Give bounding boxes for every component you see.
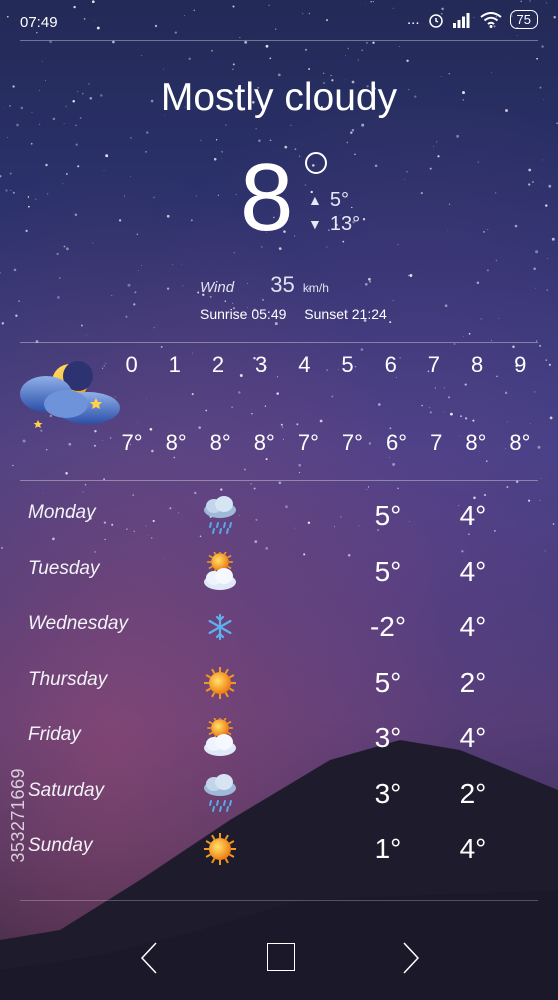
home-button[interactable]: [267, 943, 295, 971]
sun-cloud-icon: [204, 718, 236, 756]
hour-label: 5: [341, 352, 354, 377]
day-name: Friday: [28, 724, 81, 745]
alarm-icon: [428, 13, 443, 28]
list-item: Friday 3° 4°: [28, 718, 538, 774]
hour-label: 8: [470, 352, 484, 377]
list-item: Monday 5° 4°: [28, 496, 538, 552]
divider: [20, 342, 538, 343]
hour-temp: 7: [430, 430, 443, 455]
day-name: Monday: [28, 502, 96, 523]
day-temp-2: 2°: [459, 777, 487, 809]
daily-forecast: Monday 5° 4° Tuesday 5° 4° Wednesday -2° 4° Th…: [28, 496, 538, 885]
wind-value: 35: [270, 272, 295, 297]
day-temp-2: 2°: [459, 666, 487, 698]
list-item: Wednesday -2° 4°: [28, 607, 538, 663]
day-temp-1: 5°: [374, 555, 402, 587]
hour-temp: 8°: [509, 430, 531, 455]
current-temperature: 8: [240, 144, 294, 251]
condition-text: Mostly cloudy: [160, 76, 398, 119]
day-temp-2: 4°: [459, 611, 487, 642]
max-temp: 13°: [329, 213, 361, 235]
battery-indicator: 75: [509, 10, 538, 29]
day-temp-1: 1°: [374, 833, 402, 864]
back-button[interactable]: [136, 940, 162, 976]
more-dots: ...: [407, 11, 420, 28]
divider: [20, 900, 538, 901]
wind-label: Wind: [200, 279, 235, 296]
day-temp-1: 3°: [374, 722, 402, 753]
day-temp-1: 5°: [374, 500, 402, 531]
list-item: Sunday 1° 4°: [28, 829, 538, 885]
day-temp-2: 4°: [459, 833, 487, 864]
day-name: Saturday: [28, 779, 105, 801]
sun-icon: [204, 833, 236, 865]
hourly-temps: 7° 8° 8° 8° 7° 7° 6° 7 8° 8°: [110, 430, 542, 456]
sun-cloud-icon: [204, 551, 236, 590]
day-name: Tuesday: [28, 557, 100, 579]
list-item: Saturday 3° 2°: [28, 773, 538, 830]
wind-unit: km/h: [302, 281, 329, 295]
hour-temp: 7°: [297, 430, 319, 455]
day-temp-2: 4°: [459, 555, 487, 587]
day-temp-1: 5°: [374, 666, 402, 698]
divider: [20, 40, 538, 41]
status-time: 07:49: [20, 14, 58, 31]
moon-cloud-icon: [20, 361, 120, 428]
day-temp-2: 4°: [459, 722, 487, 753]
list-item: Tuesday 5° 4°: [28, 551, 538, 608]
day-name: Thursday: [28, 668, 108, 690]
degree-symbol: [305, 152, 327, 174]
arrow-down-icon: ▼: [308, 216, 322, 232]
sun-icon: [204, 666, 236, 699]
watermark-text: 353271669: [8, 768, 28, 863]
rain-cloud-icon: [204, 496, 236, 534]
divider: [20, 480, 538, 481]
hour-temp: 8°: [209, 430, 231, 455]
hour-label: 7: [427, 352, 441, 377]
day-temp-1: -2°: [369, 611, 407, 642]
forward-button[interactable]: [398, 940, 424, 976]
day-name: Sunday: [28, 835, 93, 856]
hourly-hours: 0 1 2 3 4 5 6 7 8 9: [110, 352, 542, 378]
sunset-time: Sunset 21:24: [304, 306, 387, 322]
hour-temp: 8°: [465, 430, 487, 455]
rain-cloud-icon: [204, 773, 236, 812]
status-icons: ... 75: [407, 10, 538, 29]
wifi-icon: [479, 11, 502, 28]
hour-label: 4: [298, 352, 311, 377]
hour-label: 3: [255, 352, 268, 377]
status-bar: 07:49 ... 75: [20, 10, 538, 36]
hour-label: 1: [168, 352, 181, 377]
sunrise-time: Sunrise 05:49: [200, 306, 287, 322]
arrow-up-icon: ▲: [308, 192, 322, 208]
day-temp-2: 4°: [459, 500, 487, 531]
list-item: Thursday 5° 2°: [28, 663, 538, 719]
hour-temp: 6°: [385, 430, 408, 455]
snowflake-icon: [208, 613, 232, 641]
min-temp: 5°: [329, 189, 349, 211]
sun-times: Sunrise 05:49 Sunset 21:24: [200, 306, 387, 322]
hour-label: 9: [514, 352, 527, 377]
wind-info: Wind 35 km/h: [200, 272, 329, 298]
min-max: ▲ 5° ▼ 13°: [308, 188, 360, 236]
hour-temp: 7°: [341, 430, 363, 455]
hour-temp: 8°: [165, 430, 187, 455]
hour-temp: 8°: [253, 430, 275, 455]
day-name: Wednesday: [28, 613, 128, 634]
hour-label: 0: [125, 352, 138, 377]
signal-icon: [452, 12, 470, 28]
hour-temp: 7°: [121, 430, 143, 455]
day-temp-1: 3°: [374, 777, 402, 809]
hour-label: 2: [211, 352, 225, 377]
hour-label: 6: [384, 352, 397, 377]
